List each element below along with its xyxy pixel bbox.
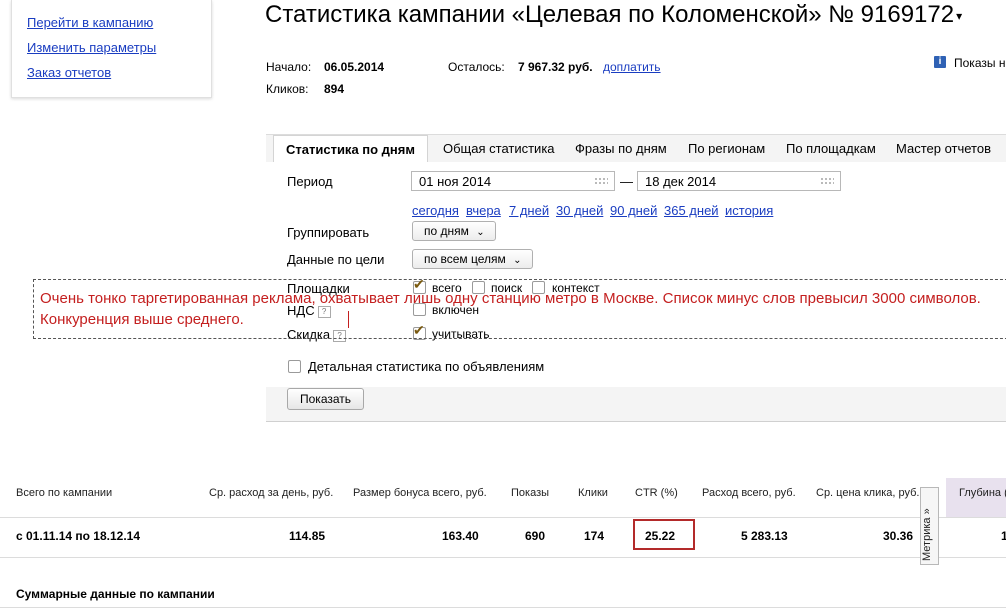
col-header-avg-cpc: Ср. цена клика, руб. (816, 487, 920, 499)
date-from-field[interactable]: 01 ноя 2014 (411, 171, 615, 191)
chevron-down-icon: ⌄ (476, 227, 485, 238)
topup-link[interactable]: доплатить (603, 60, 661, 74)
cell-period: с 01.11.14 по 18.12.14 (16, 529, 141, 543)
cell-total-spend: 5 283.13 (741, 529, 788, 543)
group-dropdown-value: по дням (424, 224, 469, 238)
tab-report-wizard[interactable]: Мастер отчетов (896, 135, 991, 161)
remain-value: 7 967.32 руб. (518, 60, 593, 74)
tab-phrases-by-day[interactable]: Фразы по дням (575, 135, 667, 161)
annotation-text: Очень тонко таргетированная реклама, охв… (40, 290, 981, 328)
stats-form (266, 162, 1006, 387)
menu-link-edit-params[interactable]: Изменить параметры (27, 40, 156, 55)
col-header-bonus: Размер бонуса всего, руб. (353, 487, 487, 499)
detail-stats-checkbox[interactable] (288, 360, 301, 373)
cell-depth: 1 (1001, 529, 1006, 543)
text-cursor (348, 311, 349, 328)
cell-clicks: 174 (584, 529, 605, 543)
metrika-toggle[interactable]: Метрика » (920, 487, 939, 565)
cell-impressions: 690 (525, 529, 546, 543)
col-header-total: Всего по кампании (16, 487, 113, 499)
quick-link-7-days[interactable]: 7 дней (509, 203, 549, 218)
date-from-value: 01 ноя 2014 (419, 174, 492, 189)
cell-avg-day-spend: 114.85 (289, 529, 326, 543)
page-title-text: Статистика кампании «Целевая по Коломенс… (265, 1, 955, 28)
clicks-value: 894 (324, 82, 345, 96)
detail-stats-label: Детальная статистика по объявлениям (308, 359, 545, 374)
chevron-down-icon: ⌄ (513, 255, 522, 266)
col-header-ctr: CTR (%) (635, 487, 678, 499)
start-value: 06.05.2014 (324, 60, 385, 74)
side-menu: Перейти в кампанию Изменить параметры За… (11, 0, 212, 98)
period-label: Период (287, 174, 333, 189)
goal-label: Данные по цели (287, 252, 385, 267)
calendar-icon[interactable] (594, 177, 608, 186)
col-header-total-spend: Расход всего, руб. (702, 487, 796, 499)
clicks-label: Кликов: (266, 82, 309, 96)
tab-by-regions[interactable]: По регионам (688, 135, 765, 161)
metrika-label: Метрика » (921, 508, 933, 561)
goal-dropdown[interactable]: по всем целям ⌄ (412, 249, 533, 269)
col-header-avg-day-spend: Ср. расход за день, руб. (209, 487, 334, 499)
quick-link-365-days[interactable]: 365 дней (664, 203, 719, 218)
menu-link-goto-campaign[interactable]: Перейти в кампанию (27, 15, 153, 30)
quick-link-90-days[interactable]: 90 дней (610, 203, 657, 218)
ctr-highlight-box (633, 519, 695, 550)
page-title: Статистика кампании «Целевая по Коломенс… (265, 1, 962, 29)
stats-panel: Статистика по дням Общая статистика Фраз… (266, 134, 1006, 422)
quick-link-history[interactable]: история (725, 203, 773, 218)
col-header-impressions: Показы (511, 487, 550, 499)
goal-dropdown-value: по всем целям (424, 252, 506, 266)
campaign-dropdown-caret-icon[interactable]: ▾ (956, 9, 962, 23)
col-header-depth: Глубина ( (959, 487, 1006, 499)
start-label: Начало: (266, 60, 312, 74)
cell-bonus: 163.40 (442, 529, 479, 543)
date-to-value: 18 дек 2014 (645, 174, 717, 189)
menu-link-order-reports[interactable]: Заказ отчетов (27, 65, 111, 80)
tab-general-stats[interactable]: Общая статистика (443, 135, 555, 161)
date-to-field[interactable]: 18 дек 2014 (637, 171, 841, 191)
group-label: Группировать (287, 225, 370, 240)
tab-stats-by-day[interactable]: Статистика по дням (273, 135, 428, 163)
row-divider (0, 557, 1006, 558)
section-divider (0, 607, 1006, 608)
quick-link-30-days[interactable]: 30 дней (556, 203, 603, 218)
col-header-clicks: Клики (578, 487, 608, 499)
group-dropdown[interactable]: по дням ⌄ (412, 221, 496, 241)
quick-link-yesterday[interactable]: вчера (466, 203, 501, 218)
date-separator: — (620, 174, 633, 189)
summary-title: Суммарные данные по кампании (16, 587, 215, 601)
tab-by-sites[interactable]: По площадкам (786, 135, 876, 161)
quick-link-today[interactable]: сегодня (412, 203, 459, 218)
row-divider (0, 517, 1006, 518)
info-icon[interactable]: i (934, 56, 946, 68)
show-link[interactable]: Показы н (954, 56, 1005, 70)
cell-avg-cpc: 30.36 (883, 529, 914, 543)
remain-label: Осталось: (448, 60, 505, 74)
calendar-icon[interactable] (820, 177, 834, 186)
show-button[interactable]: Показать (287, 388, 365, 410)
